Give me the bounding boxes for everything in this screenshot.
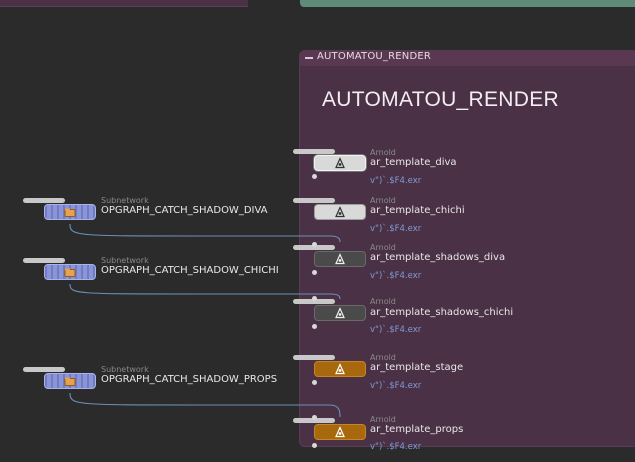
arnold-icon	[335, 203, 345, 222]
node-name[interactable]: OPGRAPH_CATCH_SHADOW_CHICHI	[101, 265, 279, 276]
node-cap	[23, 198, 65, 203]
node-body[interactable]	[44, 264, 96, 280]
output-connector[interactable]	[311, 380, 317, 385]
node-cap	[293, 149, 335, 154]
subnetwork-icon	[64, 203, 76, 222]
node-cap	[23, 367, 65, 372]
node-name[interactable]: ar_template_chichi	[370, 205, 465, 216]
arnold-icon	[335, 250, 345, 269]
node-output-path: v")`.$F4.exr	[370, 381, 422, 391]
node-cap	[293, 355, 335, 360]
wire[interactable]	[69, 392, 341, 418]
node-name[interactable]: ar_template_diva	[370, 157, 457, 168]
arnold-icon	[335, 304, 345, 323]
arnold-icon	[335, 423, 345, 442]
node-body[interactable]	[44, 373, 96, 389]
node-output-path: v")`.$F4.exr	[370, 176, 422, 186]
node-cap	[293, 198, 335, 203]
subnetwork-icon	[64, 372, 76, 391]
node-name[interactable]: ar_template_shadows_chichi	[370, 307, 513, 318]
node-name[interactable]: ar_template_stage	[370, 362, 463, 373]
input-connector[interactable]	[311, 296, 317, 301]
node-name[interactable]: OPGRAPH_CATCH_SHADOW_PROPS	[101, 374, 277, 385]
node-name[interactable]: ar_template_shadows_diva	[370, 252, 505, 263]
subnetwork-icon	[64, 263, 76, 282]
node-type-label: Arnold	[370, 243, 396, 252]
wire[interactable]	[69, 223, 341, 243]
node-body[interactable]	[314, 305, 366, 321]
node-name[interactable]: ar_template_props	[370, 424, 463, 435]
network-editor[interactable]: AUTOMATOU_RENDER AUTOMATOU_RENDER Subnet…	[0, 0, 635, 462]
input-connector[interactable]	[311, 415, 317, 420]
node-cap	[23, 258, 65, 263]
output-connector[interactable]	[311, 270, 317, 275]
node-body[interactable]	[314, 251, 366, 267]
output-connector[interactable]	[311, 443, 317, 448]
node-type-label: Arnold	[370, 353, 396, 362]
node-type-label: Arnold	[370, 148, 396, 157]
node-body[interactable]	[314, 204, 366, 220]
node-output-path: v")`.$F4.exr	[370, 271, 422, 281]
node-type-label: Subnetwork	[101, 365, 149, 374]
node-type-label: Arnold	[370, 297, 396, 306]
node-name[interactable]: OPGRAPH_CATCH_SHADOW_DIVA	[101, 205, 268, 216]
node-type-label: Subnetwork	[101, 196, 149, 205]
wires	[69, 223, 341, 418]
node-output-path: v")`.$F4.exr	[370, 224, 422, 234]
arnold-icon	[335, 360, 345, 379]
node-output-path: v")`.$F4.exr	[370, 325, 422, 335]
node-output-path: v")`.$F4.exr	[370, 442, 422, 452]
output-connector[interactable]	[311, 324, 317, 329]
node-type-label: Arnold	[370, 415, 396, 424]
node-body[interactable]	[44, 204, 96, 220]
node-body[interactable]	[314, 155, 366, 171]
node-type-label: Subnetwork	[101, 256, 149, 265]
arnold-icon	[335, 154, 345, 173]
output-connector[interactable]	[311, 174, 317, 179]
node-type-label: Arnold	[370, 196, 396, 205]
wire[interactable]	[69, 283, 341, 300]
input-connector[interactable]	[311, 242, 317, 247]
node-body[interactable]	[314, 424, 366, 440]
node-body[interactable]	[314, 361, 366, 377]
